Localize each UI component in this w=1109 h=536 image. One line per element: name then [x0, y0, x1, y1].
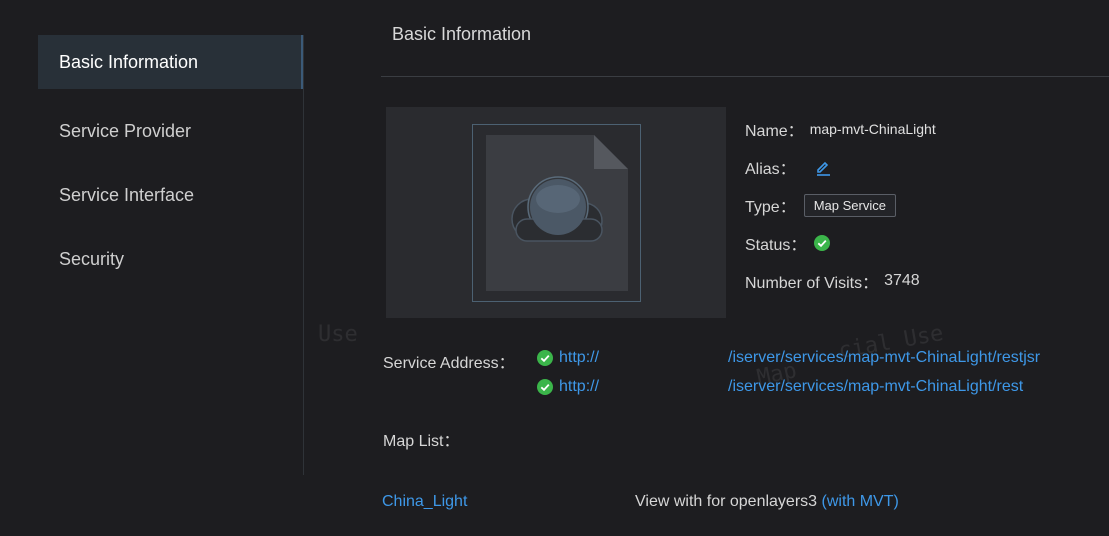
alias-row: Alias： [745, 148, 936, 186]
service-address-link-path[interactable]: /iserver/services/map-mvt-ChinaLight/res… [728, 349, 1040, 367]
service-info: Name： map-mvt-ChinaLight Alias： Type： Ma… [745, 110, 936, 300]
service-address-link-path[interactable]: /iserver/services/map-mvt-ChinaLight/res… [728, 378, 1023, 396]
name-value: map-mvt-ChinaLight [809, 121, 936, 137]
cloud-file-icon [486, 135, 628, 291]
check-circle-icon [814, 235, 831, 251]
view-with-label: View with [635, 493, 703, 510]
alias-label: Alias： [745, 161, 796, 178]
sidebar-item-service-interface[interactable]: Service Interface [38, 163, 303, 227]
visits-row: Number of Visits： 3748 [745, 262, 936, 300]
type-label: Type： [745, 199, 796, 216]
watermark: Use [318, 322, 358, 347]
service-address-label: Service Address： [383, 355, 515, 372]
map-view-row: View with for openlayers3 (with MVT) [635, 493, 899, 511]
service-address-rest-link[interactable]: /iserver/services/map-mvt-ChinaLight/res… [728, 378, 1023, 395]
sidebar-item-security[interactable]: Security [38, 227, 303, 291]
service-address-link-scheme[interactable]: http:// [559, 378, 599, 396]
page-title: Basic Information [392, 24, 532, 44]
sidebar-item-basic-information[interactable]: Basic Information [38, 35, 303, 89]
client-label: for openlayers3 [706, 493, 818, 510]
service-address-row: http:// [537, 378, 599, 396]
service-address-row: http:// [537, 349, 599, 367]
sidebar-item-service-provider[interactable]: Service Provider [38, 99, 303, 163]
service-address-restjsr-link[interactable]: /iserver/services/map-mvt-ChinaLight/res… [728, 349, 1040, 366]
title-divider [381, 76, 1109, 77]
pencil-icon[interactable] [814, 158, 832, 176]
type-row: Type： Map Service [745, 186, 936, 224]
service-thumbnail [386, 107, 726, 318]
visits-value: 3748 [884, 272, 920, 289]
name-label: Name： [745, 123, 804, 140]
visits-label: Number of Visits： [745, 275, 879, 292]
check-circle-icon [537, 379, 553, 395]
map-name-link[interactable]: China_Light [382, 493, 467, 511]
sidebar-divider [303, 35, 304, 475]
map-list-label: Map List： [383, 433, 460, 450]
service-address-link-scheme[interactable]: http:// [559, 349, 599, 367]
sidebar: Basic Information Service Provider Servi… [38, 35, 303, 291]
map-name[interactable]: China_Light [382, 493, 467, 510]
status-row: Status： [745, 224, 936, 262]
status-label: Status： [745, 237, 807, 254]
check-circle-icon [537, 350, 553, 366]
type-badge: Map Service [803, 193, 896, 217]
client-link[interactable]: (with MVT) [822, 493, 899, 510]
name-row: Name： map-mvt-ChinaLight [745, 110, 936, 148]
